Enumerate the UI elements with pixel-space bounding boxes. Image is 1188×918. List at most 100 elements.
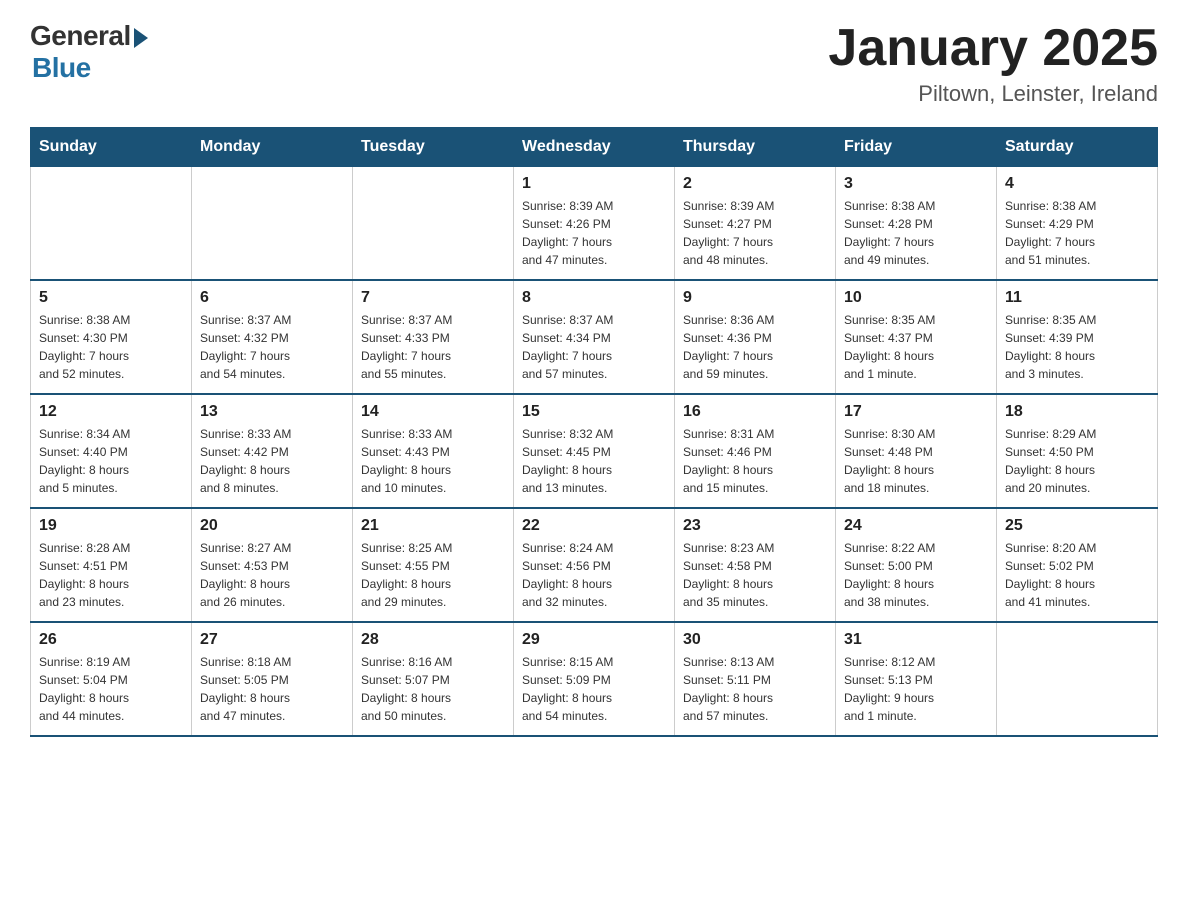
day-number: 18	[1005, 403, 1149, 421]
day-number: 6	[200, 289, 344, 307]
calendar-cell: 31 Sunrise: 8:12 AM Sunset: 5:13 PM Dayli…	[836, 622, 997, 736]
day-info: Sunrise: 8:23 AM Sunset: 4:58 PM Dayligh…	[683, 539, 827, 611]
title-block: January 2025 Piltown, Leinster, Ireland	[828, 20, 1158, 107]
calendar-cell: 15 Sunrise: 8:32 AM Sunset: 4:45 PM Dayli…	[514, 394, 675, 508]
day-number: 5	[39, 289, 183, 307]
week-row-5: 26Sunrise: 8:19 AM Sunset: 5:04 PM Dayli…	[31, 622, 1158, 736]
day-number: 8	[522, 289, 666, 307]
day-number: 10	[844, 289, 988, 307]
day-info: Sunrise: 8:38 AM Sunset: 4:30 PM Dayligh…	[39, 311, 183, 383]
day-info: Sunrise: 8:35 AM Sunset: 4:39 PM Dayligh…	[1005, 311, 1149, 383]
calendar-cell: 22 Sunrise: 8:24 AM Sunset: 4:56 PM Dayli…	[514, 508, 675, 622]
calendar-cell: 18 Sunrise: 8:29 AM Sunset: 4:50 PM Dayli…	[997, 394, 1158, 508]
week-row-2: 5 Sunrise: 8:38 AM Sunset: 4:30 PM Daylig…	[31, 280, 1158, 394]
calendar-cell: 2 Sunrise: 8:39 AM Sunset: 4:27 PM Daylig…	[675, 167, 836, 281]
logo-arrow-icon	[134, 28, 148, 48]
page-header: General Blue January 2025 Piltown, Leins…	[30, 20, 1158, 107]
calendar-cell: 23 Sunrise: 8:23 AM Sunset: 4:58 PM Dayli…	[675, 508, 836, 622]
day-number: 3	[844, 175, 988, 193]
day-number: 23	[683, 517, 827, 535]
day-info: Sunrise: 8:20 AM Sunset: 5:02 PM Dayligh…	[1005, 539, 1149, 611]
calendar-cell: 3 Sunrise: 8:38 AM Sunset: 4:28 PM Daylig…	[836, 167, 997, 281]
day-info: Sunrise: 8:32 AM Sunset: 4:45 PM Dayligh…	[522, 425, 666, 497]
weekday-header-friday: Friday	[836, 128, 997, 167]
calendar-cell	[192, 167, 353, 281]
day-info: Sunrise: 8:37 AM Sunset: 4:33 PM Dayligh…	[361, 311, 505, 383]
day-number: 25	[1005, 517, 1149, 535]
calendar-cell: 17Sunrise: 8:30 AM Sunset: 4:48 PM Dayli…	[836, 394, 997, 508]
calendar-cell: 8Sunrise: 8:37 AM Sunset: 4:34 PM Daylig…	[514, 280, 675, 394]
day-info: Sunrise: 8:37 AM Sunset: 4:32 PM Dayligh…	[200, 311, 344, 383]
calendar-cell	[353, 167, 514, 281]
day-info: Sunrise: 8:27 AM Sunset: 4:53 PM Dayligh…	[200, 539, 344, 611]
day-info: Sunrise: 8:25 AM Sunset: 4:55 PM Dayligh…	[361, 539, 505, 611]
day-info: Sunrise: 8:13 AM Sunset: 5:11 PM Dayligh…	[683, 653, 827, 725]
day-info: Sunrise: 8:12 AM Sunset: 5:13 PM Dayligh…	[844, 653, 988, 725]
day-number: 12	[39, 403, 183, 421]
weekday-header-saturday: Saturday	[997, 128, 1158, 167]
calendar-cell: 29Sunrise: 8:15 AM Sunset: 5:09 PM Dayli…	[514, 622, 675, 736]
day-info: Sunrise: 8:30 AM Sunset: 4:48 PM Dayligh…	[844, 425, 988, 497]
day-info: Sunrise: 8:38 AM Sunset: 4:28 PM Dayligh…	[844, 197, 988, 269]
calendar-cell: 1Sunrise: 8:39 AM Sunset: 4:26 PM Daylig…	[514, 167, 675, 281]
week-row-4: 19 Sunrise: 8:28 AM Sunset: 4:51 PM Dayli…	[31, 508, 1158, 622]
day-number: 19	[39, 517, 183, 535]
day-number: 20	[200, 517, 344, 535]
calendar-subtitle: Piltown, Leinster, Ireland	[828, 81, 1158, 107]
day-number: 7	[361, 289, 505, 307]
day-info: Sunrise: 8:16 AM Sunset: 5:07 PM Dayligh…	[361, 653, 505, 725]
week-row-1: 1Sunrise: 8:39 AM Sunset: 4:26 PM Daylig…	[31, 167, 1158, 281]
week-row-3: 12Sunrise: 8:34 AM Sunset: 4:40 PM Dayli…	[31, 394, 1158, 508]
day-number: 13	[200, 403, 344, 421]
day-info: Sunrise: 8:39 AM Sunset: 4:27 PM Dayligh…	[683, 197, 827, 269]
calendar-cell: 16 Sunrise: 8:31 AM Sunset: 4:46 PM Dayli…	[675, 394, 836, 508]
day-info: Sunrise: 8:28 AM Sunset: 4:51 PM Dayligh…	[39, 539, 183, 611]
day-info: Sunrise: 8:29 AM Sunset: 4:50 PM Dayligh…	[1005, 425, 1149, 497]
day-info: Sunrise: 8:38 AM Sunset: 4:29 PM Dayligh…	[1005, 197, 1149, 269]
calendar-cell: 30Sunrise: 8:13 AM Sunset: 5:11 PM Dayli…	[675, 622, 836, 736]
day-info: Sunrise: 8:15 AM Sunset: 5:09 PM Dayligh…	[522, 653, 666, 725]
calendar-cell: 27 Sunrise: 8:18 AM Sunset: 5:05 PM Dayli…	[192, 622, 353, 736]
calendar-cell: 10 Sunrise: 8:35 AM Sunset: 4:37 PM Dayli…	[836, 280, 997, 394]
weekday-header-tuesday: Tuesday	[353, 128, 514, 167]
day-number: 4	[1005, 175, 1149, 193]
calendar-body: 1Sunrise: 8:39 AM Sunset: 4:26 PM Daylig…	[31, 167, 1158, 737]
logo-blue-text: Blue	[32, 52, 91, 84]
calendar-cell: 26Sunrise: 8:19 AM Sunset: 5:04 PM Dayli…	[31, 622, 192, 736]
day-number: 11	[1005, 289, 1149, 307]
day-number: 2	[683, 175, 827, 193]
day-number: 16	[683, 403, 827, 421]
day-info: Sunrise: 8:35 AM Sunset: 4:37 PM Dayligh…	[844, 311, 988, 383]
calendar-header: SundayMondayTuesdayWednesdayThursdayFrid…	[31, 128, 1158, 167]
day-info: Sunrise: 8:18 AM Sunset: 5:05 PM Dayligh…	[200, 653, 344, 725]
day-number: 24	[844, 517, 988, 535]
weekday-header-sunday: Sunday	[31, 128, 192, 167]
calendar-cell: 21Sunrise: 8:25 AM Sunset: 4:55 PM Dayli…	[353, 508, 514, 622]
weekday-header-thursday: Thursday	[675, 128, 836, 167]
calendar-cell	[997, 622, 1158, 736]
calendar-cell: 4 Sunrise: 8:38 AM Sunset: 4:29 PM Daylig…	[997, 167, 1158, 281]
weekday-header-row: SundayMondayTuesdayWednesdayThursdayFrid…	[31, 128, 1158, 167]
calendar-cell: 6 Sunrise: 8:37 AM Sunset: 4:32 PM Daylig…	[192, 280, 353, 394]
day-number: 14	[361, 403, 505, 421]
day-number: 1	[522, 175, 666, 193]
day-number: 15	[522, 403, 666, 421]
calendar-cell: 14Sunrise: 8:33 AM Sunset: 4:43 PM Dayli…	[353, 394, 514, 508]
calendar-cell: 12Sunrise: 8:34 AM Sunset: 4:40 PM Dayli…	[31, 394, 192, 508]
day-number: 31	[844, 631, 988, 649]
calendar-cell: 20 Sunrise: 8:27 AM Sunset: 4:53 PM Dayli…	[192, 508, 353, 622]
day-info: Sunrise: 8:24 AM Sunset: 4:56 PM Dayligh…	[522, 539, 666, 611]
day-info: Sunrise: 8:31 AM Sunset: 4:46 PM Dayligh…	[683, 425, 827, 497]
calendar-cell: 28Sunrise: 8:16 AM Sunset: 5:07 PM Dayli…	[353, 622, 514, 736]
day-number: 22	[522, 517, 666, 535]
calendar-table: SundayMondayTuesdayWednesdayThursdayFrid…	[30, 127, 1158, 737]
calendar-cell: 5 Sunrise: 8:38 AM Sunset: 4:30 PM Daylig…	[31, 280, 192, 394]
calendar-cell: 7 Sunrise: 8:37 AM Sunset: 4:33 PM Daylig…	[353, 280, 514, 394]
calendar-cell: 9Sunrise: 8:36 AM Sunset: 4:36 PM Daylig…	[675, 280, 836, 394]
day-number: 27	[200, 631, 344, 649]
weekday-header-wednesday: Wednesday	[514, 128, 675, 167]
day-number: 26	[39, 631, 183, 649]
calendar-cell: 24Sunrise: 8:22 AM Sunset: 5:00 PM Dayli…	[836, 508, 997, 622]
logo: General Blue	[30, 20, 148, 84]
calendar-cell: 25 Sunrise: 8:20 AM Sunset: 5:02 PM Dayli…	[997, 508, 1158, 622]
